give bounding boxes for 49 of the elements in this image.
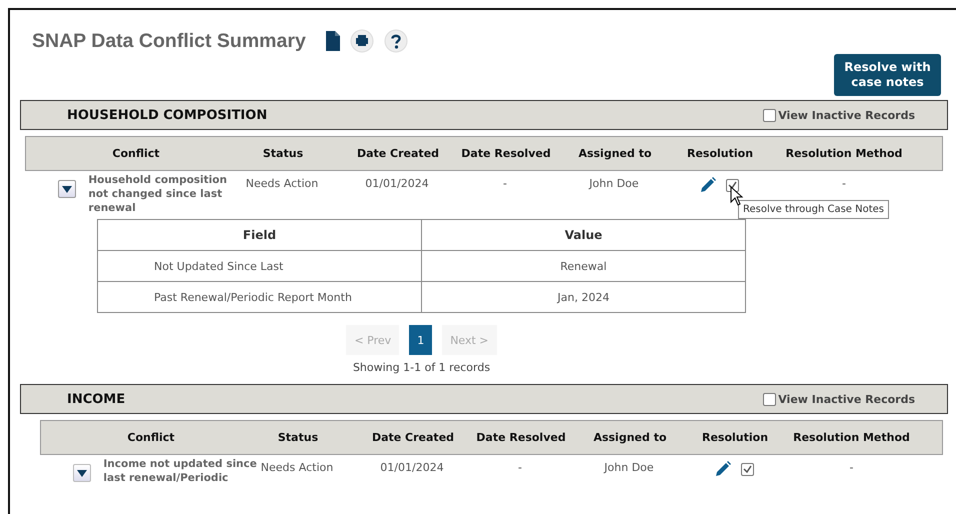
table-cell: Renewal (422, 250, 746, 282)
table-cell: Jan, 2024 (422, 282, 746, 312)
column-header: Resolution Method (786, 147, 902, 160)
column-header: Date Resolved (461, 147, 551, 160)
column-header: Status (262, 147, 304, 160)
column-header: Field (98, 220, 422, 250)
column-header: Date Created (356, 147, 440, 160)
caret-icon (77, 470, 88, 476)
column-header: Resolution (702, 431, 768, 444)
status-cell: Needs Action (260, 461, 334, 474)
section-title: HOUSEHOLD COMPOSITION (67, 108, 268, 122)
resolution-checkbox[interactable] (740, 462, 754, 476)
column-header: Date Resolved (476, 431, 566, 444)
date-cell: 01/01/2024 (365, 177, 429, 190)
date-cell: - (518, 461, 522, 474)
status-cell: Needs Action (246, 177, 318, 190)
column-header: Date Created (372, 431, 454, 444)
column-header: Value (422, 220, 746, 250)
conflict-text: Household composition not changed since last renewal (88, 173, 228, 215)
column-header: Resolution Method (793, 431, 910, 444)
caret-icon (62, 186, 72, 192)
cursor-icon (730, 186, 744, 206)
pencil-icon[interactable] (700, 177, 716, 193)
table-cell: Past Renewal/Periodic Report Month (98, 282, 422, 312)
column-header: Conflict (112, 147, 160, 160)
page-button[interactable]: 1 (409, 325, 432, 355)
column-header: Conflict (127, 431, 175, 444)
date-cell: - (503, 177, 507, 190)
expand-toggle[interactable] (73, 464, 92, 482)
conflict-text: Income not updated since last renewal/Periodic (103, 457, 258, 485)
column-header: Assigned to (593, 431, 667, 444)
records-summary: Showing 1-1 of 1 records (352, 361, 490, 374)
resolve-button[interactable]: Resolve with case notes (834, 54, 941, 96)
method-cell: - (842, 177, 846, 190)
section-title: INCOME (67, 392, 126, 406)
assignee-cell: John Doe (589, 177, 639, 190)
expand-toggle[interactable] (58, 180, 76, 198)
document-icon[interactable] (326, 31, 340, 51)
column-header: Resolution (686, 147, 754, 160)
tooltip: Resolve through Case Notes (738, 200, 890, 219)
table-cell: Not Updated Since Last (98, 250, 422, 282)
column-header: Status (278, 431, 318, 444)
column-header: Assigned to (578, 147, 652, 160)
date-cell: 01/01/2024 (380, 461, 444, 474)
pencil-icon[interactable] (714, 461, 730, 477)
page-title: SNAP Data Conflict Summary (32, 30, 306, 52)
method-cell: - (850, 461, 854, 474)
help-icon[interactable] (384, 29, 408, 53)
assignee-cell: John Doe (604, 461, 654, 474)
